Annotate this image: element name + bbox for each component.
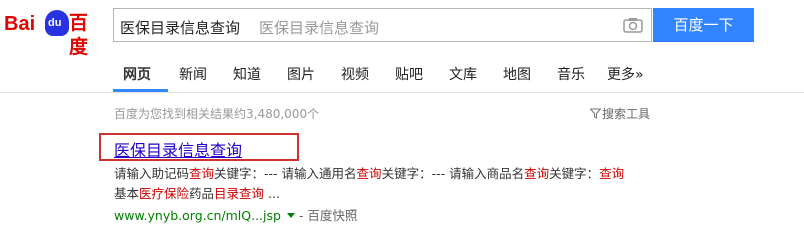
keyword-highlight: 查询 bbox=[189, 166, 215, 181]
keyword-highlight: 医疗保险 bbox=[139, 186, 190, 201]
search-vertical-tabs: 网页 新闻 知道 图片 视频 贴吧 文库 地图 音乐 更多» bbox=[0, 52, 804, 93]
search-suggestion-ghost: 医保目录信息查询 bbox=[259, 19, 380, 37]
camera-icon[interactable] bbox=[623, 17, 643, 33]
tab-zhidao[interactable]: 知道 bbox=[233, 64, 261, 84]
tab-tieba[interactable]: 贴吧 bbox=[395, 64, 423, 84]
result-abstract-line-1: 请输入助记码查询关键字：--- 请输入通用名查询关键字：--- 请输入商品名查询… bbox=[114, 163, 624, 182]
highlight-annotation-box bbox=[99, 133, 299, 161]
abstract-text: 基本 bbox=[114, 186, 140, 201]
tab-web[interactable]: 网页 bbox=[123, 64, 151, 84]
tab-music[interactable]: 音乐 bbox=[557, 64, 585, 84]
tab-images[interactable]: 图片 bbox=[287, 64, 315, 84]
abstract-text: 药品 bbox=[189, 186, 215, 201]
abstract-text: ... bbox=[264, 186, 280, 201]
abstract-text: 关键字：--- 请输入商品名 bbox=[381, 166, 525, 181]
search-tools-label: 搜索工具 bbox=[602, 107, 651, 121]
logo-text-bai: Bai bbox=[4, 13, 36, 35]
result-url[interactable]: www.ynyb.org.cn/mlQ...jsp bbox=[114, 208, 281, 223]
tab-news[interactable]: 新闻 bbox=[179, 64, 207, 84]
baidu-logo[interactable]: Bai du 百度 bbox=[2, 10, 106, 58]
search-tools-button[interactable]: 搜索工具 bbox=[590, 105, 650, 122]
tab-video[interactable]: 视频 bbox=[341, 64, 369, 84]
active-tab-indicator bbox=[113, 89, 168, 92]
keyword-highlight: 查询 bbox=[599, 166, 625, 181]
keyword-highlight: 查询 bbox=[524, 166, 550, 181]
logo-paw-badge: du bbox=[45, 10, 69, 36]
result-count: 百度为您找到相关结果约3,480,000个 bbox=[114, 107, 320, 121]
search-input-value: 医保目录信息查询 bbox=[120, 19, 241, 37]
tab-map[interactable]: 地图 bbox=[503, 64, 531, 84]
keyword-highlight: 查询 bbox=[356, 166, 382, 181]
abstract-text: 关键字：--- 请输入通用名 bbox=[214, 166, 357, 181]
chevron-down-icon[interactable] bbox=[286, 213, 295, 218]
tab-wenku[interactable]: 文库 bbox=[449, 64, 477, 84]
funnel-icon bbox=[590, 108, 601, 119]
result-url-row: www.ynyb.org.cn/mlQ...jsp - 百度快照 bbox=[114, 205, 357, 224]
abstract-text: 请输入助记码 bbox=[114, 166, 190, 181]
keyword-highlight: 目录查询 bbox=[214, 186, 265, 201]
tab-more[interactable]: 更多» bbox=[607, 64, 644, 84]
search-button[interactable]: 百度一下 bbox=[653, 8, 754, 42]
search-input[interactable]: 医保目录信息查询 医保目录信息查询 bbox=[113, 8, 652, 42]
snapshot-link[interactable]: - 百度快照 bbox=[299, 208, 357, 223]
result-abstract-line-2: 基本医疗保险药品目录查询 ... bbox=[114, 183, 280, 202]
abstract-text: 关键字： bbox=[549, 166, 600, 181]
logo-text-du: du bbox=[48, 17, 62, 29]
